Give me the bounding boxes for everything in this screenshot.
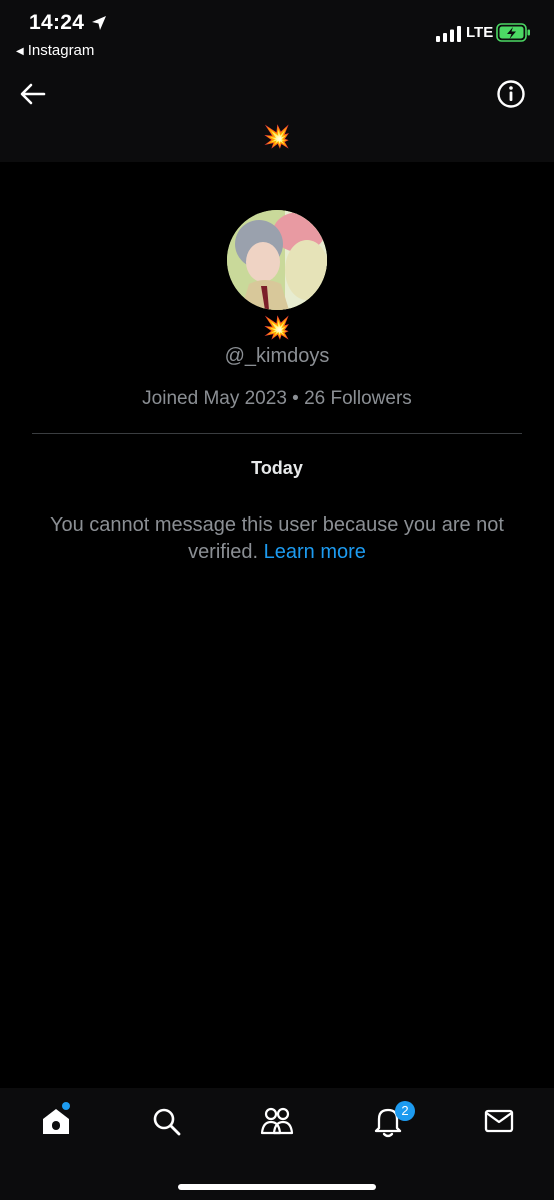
network-type: LTE [466,24,494,41]
user-handle: @_kimdoys [224,345,330,367]
notification-count-badge: 2 [395,1101,415,1121]
location-arrow-icon [92,16,106,30]
tab-messages[interactable] [481,1103,517,1139]
display-name: 💥 [263,315,291,340]
back-app-label: Instagram [27,42,95,59]
tab-search[interactable] [148,1103,184,1139]
back-triangle-icon: ◀ [16,46,24,57]
cannot-message-notice: You cannot message this user because you… [30,512,524,566]
join-date-followers: Joined May 2023 • 26 Followers [142,388,412,409]
status-time: 14:24 [29,11,85,34]
battery-charging-icon [496,23,530,42]
date-separator: Today [251,458,303,478]
tab-communities[interactable] [259,1103,295,1139]
people-icon [260,1107,294,1135]
divider [32,433,522,434]
back-to-app-link[interactable]: ◀ Instagram [16,42,94,59]
info-circle-icon[interactable] [496,79,526,109]
conversation-title: 💥 [263,124,291,149]
home-unread-dot [62,1102,70,1110]
learn-more-link[interactable]: Learn more [264,541,366,563]
arrow-left-icon[interactable] [18,80,48,108]
envelope-icon [484,1109,514,1133]
search-icon [153,1108,181,1136]
avatar[interactable] [227,210,327,310]
signal-bars-icon [436,26,461,42]
avatar-photo [227,210,327,310]
home-indicator[interactable] [178,1184,376,1190]
